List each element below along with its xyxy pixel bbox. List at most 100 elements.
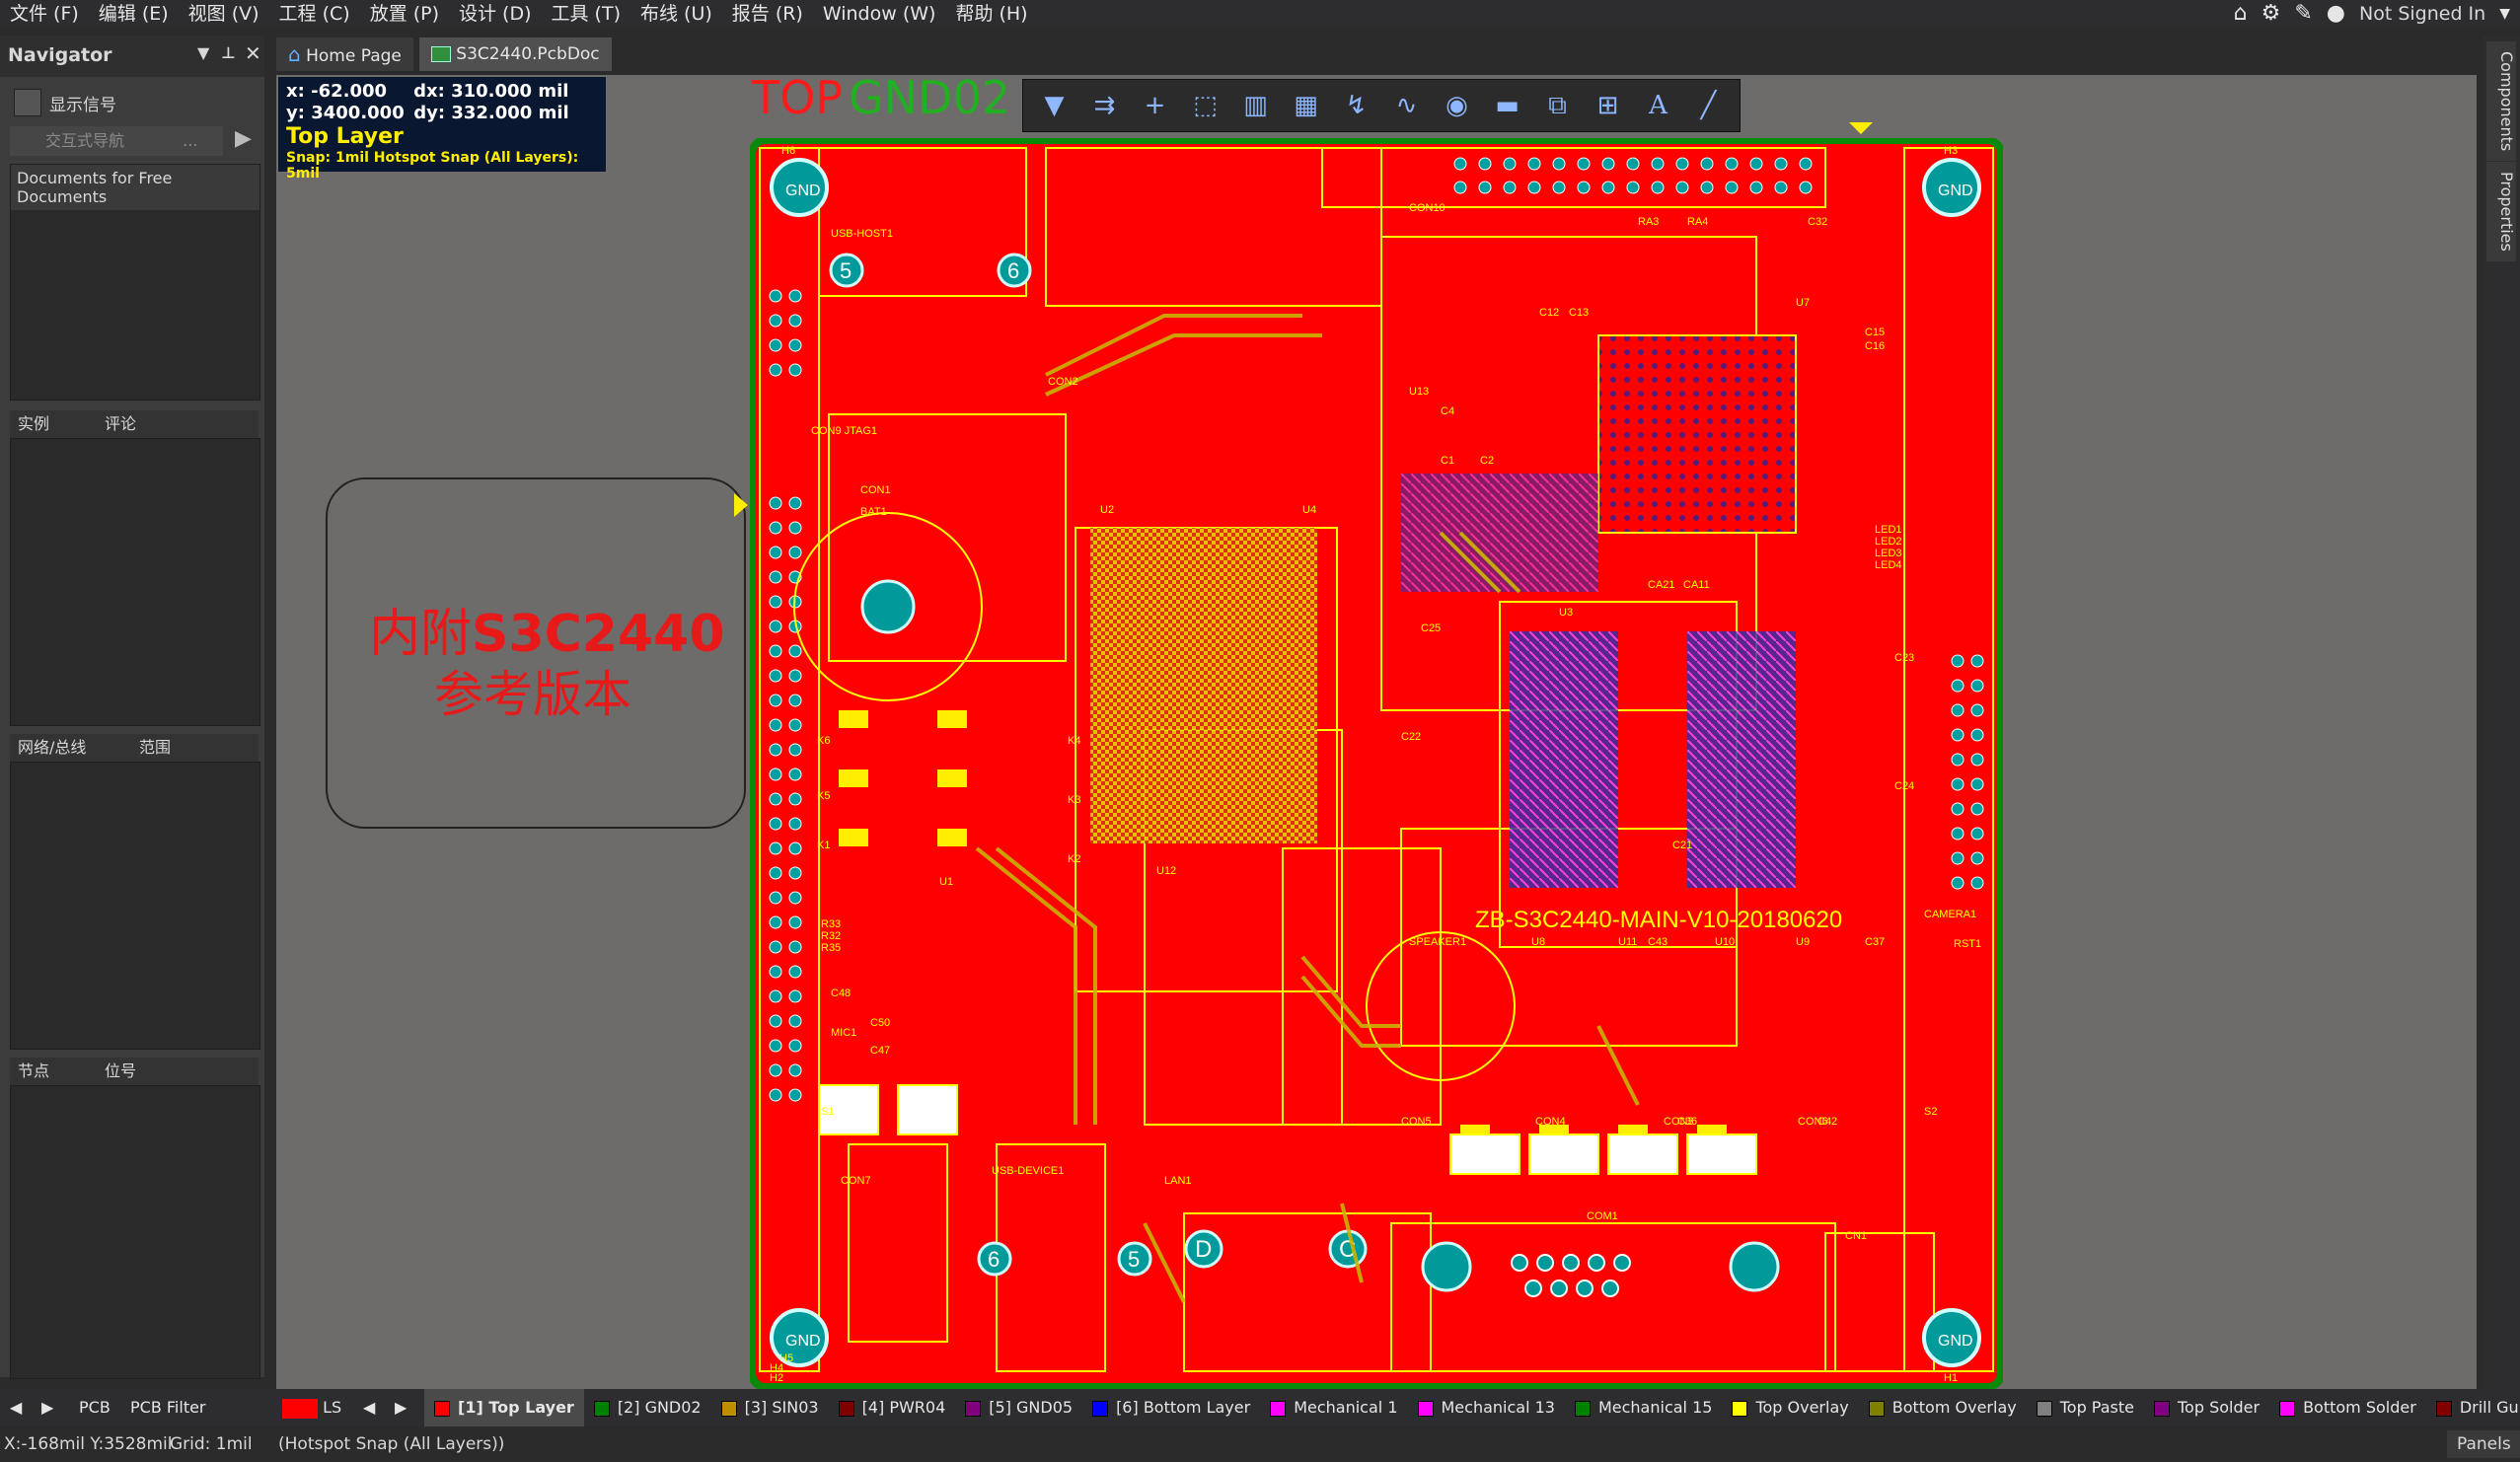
layer-tab-bottom-label: [6] Bottom Layer bbox=[1116, 1398, 1251, 1417]
tab-pcb-filter[interactable]: PCB Filter bbox=[130, 1389, 206, 1426]
col-comment[interactable]: 评论 bbox=[97, 410, 184, 438]
menu-project[interactable]: 工程 (C) bbox=[269, 0, 360, 28]
layer-tab-drill-guide[interactable]: Drill Gu bbox=[2426, 1389, 2520, 1426]
menu-route[interactable]: 布线 (U) bbox=[630, 0, 722, 28]
label-u12: U12 bbox=[1156, 865, 1176, 877]
filter-icon[interactable]: ▼ bbox=[1035, 86, 1075, 125]
layer-next-icon[interactable]: ▶ bbox=[395, 1389, 407, 1426]
layer-tab-pwr04[interactable]: [4] PWR04 bbox=[829, 1389, 956, 1426]
menu-design[interactable]: 设计 (D) bbox=[449, 0, 542, 28]
label-u1: U1 bbox=[939, 876, 953, 888]
layer-tab-mech1[interactable]: Mechanical 1 bbox=[1260, 1389, 1407, 1426]
tune-length-icon[interactable]: ∿ bbox=[1387, 86, 1427, 125]
pin-icon[interactable]: ⊥ bbox=[221, 43, 236, 62]
layer-tab-bottom-overlay[interactable]: Bottom Overlay bbox=[1859, 1389, 2027, 1426]
interactive-nav-button[interactable]: 交互式导航 ... bbox=[10, 126, 223, 156]
hole-label-bl: GND bbox=[785, 1333, 821, 1350]
scroll-right-icon[interactable]: ▶ bbox=[41, 1389, 53, 1426]
tab-components[interactable]: Components bbox=[2486, 41, 2516, 162]
menu-window[interactable]: Window (W) bbox=[813, 0, 946, 28]
layer-set-indicator[interactable]: LS bbox=[282, 1389, 341, 1426]
layer-tab-mech15[interactable]: Mechanical 15 bbox=[1565, 1389, 1722, 1426]
polygon-icon[interactable]: ▬ bbox=[1488, 86, 1527, 125]
label-c16: C16 bbox=[1865, 340, 1885, 352]
layer-tab-top-paste[interactable]: Top Paste bbox=[2027, 1389, 2144, 1426]
component-icon[interactable]: ▦ bbox=[1287, 86, 1326, 125]
scroll-left-icon[interactable]: ◀ bbox=[10, 1389, 22, 1426]
cpu-hatch-region bbox=[1090, 528, 1317, 843]
layer-tab-top-overlay[interactable]: Top Overlay bbox=[1722, 1389, 1858, 1426]
label-u9: U9 bbox=[1796, 936, 1810, 948]
dimension-icon[interactable]: ⊞ bbox=[1589, 86, 1628, 125]
label-c1: C1 bbox=[1441, 455, 1454, 467]
layer-tab-bottom-solder[interactable]: Bottom Solder bbox=[2269, 1389, 2426, 1426]
second-layer-label: GND02 bbox=[849, 71, 1011, 124]
layer-tab-gnd05[interactable]: [5] GND05 bbox=[955, 1389, 1082, 1426]
label-c37: C37 bbox=[1865, 936, 1885, 948]
play-icon[interactable]: ▶ bbox=[235, 126, 252, 151]
right-panel-strip: Components Properties bbox=[2483, 36, 2520, 1389]
show-signals-checkbox[interactable] bbox=[14, 89, 41, 116]
menu-place[interactable]: 放置 (P) bbox=[360, 0, 449, 28]
crosshair-icon[interactable]: + bbox=[1136, 86, 1175, 125]
user-icon[interactable]: ● bbox=[2327, 0, 2345, 28]
instances-list bbox=[10, 438, 260, 726]
panels-button[interactable]: Panels bbox=[2447, 1430, 2520, 1458]
col-node[interactable]: 节点 bbox=[10, 1058, 97, 1085]
line-icon[interactable]: ╱ bbox=[1689, 86, 1729, 125]
layer-tab-sin03-label: [3] SIN03 bbox=[744, 1398, 819, 1417]
pcb-board[interactable]: GND GND GND GND 5 6 6 5 D C ZB-S3C2440-M… bbox=[750, 138, 2003, 1389]
layer-tab-gnd02[interactable]: [2] GND02 bbox=[584, 1389, 711, 1426]
account-label[interactable]: Not Signed In bbox=[2359, 3, 2485, 25]
layer-tab-top-solder[interactable]: Top Solder bbox=[2144, 1389, 2269, 1426]
menu-edit[interactable]: 编辑 (E) bbox=[89, 0, 179, 28]
interactive-nav-dots[interactable]: ... bbox=[183, 131, 197, 150]
menu-help[interactable]: 帮助 (H) bbox=[945, 0, 1037, 28]
layer-prev-icon[interactable]: ◀ bbox=[363, 1389, 375, 1426]
layer-tab-pwr04-label: [4] PWR04 bbox=[861, 1398, 946, 1417]
select-rect-icon[interactable]: ⬚ bbox=[1186, 86, 1225, 125]
label-c24: C24 bbox=[1894, 780, 1914, 792]
layer-tab-sin03[interactable]: [3] SIN03 bbox=[711, 1389, 829, 1426]
tab-home-page[interactable]: ⌂ Home Page bbox=[276, 37, 413, 71]
layer-tab-drill-label: Drill Gu bbox=[2459, 1398, 2519, 1417]
col-instance[interactable]: 实例 bbox=[10, 410, 97, 438]
menu-reports[interactable]: 报告 (R) bbox=[722, 0, 813, 28]
tab-pcb-doc[interactable]: S3C2440.PcbDoc bbox=[418, 37, 612, 71]
col-scope[interactable]: 范围 bbox=[131, 734, 218, 762]
label-led2: LED2 bbox=[1875, 536, 1902, 548]
home-icon[interactable]: ⌂ bbox=[2234, 0, 2248, 28]
home-icon: ⌂ bbox=[288, 42, 301, 66]
layer-tab-bottom[interactable]: [6] Bottom Layer bbox=[1082, 1389, 1260, 1426]
layer-tab-top[interactable]: [1] Top Layer bbox=[424, 1389, 584, 1426]
label-led4: LED4 bbox=[1875, 559, 1902, 571]
via-icon[interactable]: ◉ bbox=[1438, 86, 1477, 125]
label-r32: R32 bbox=[821, 930, 841, 942]
chevron-down-icon[interactable]: ▼ bbox=[2499, 0, 2510, 28]
menu-tools[interactable]: 工具 (T) bbox=[542, 0, 630, 28]
menu-view[interactable]: 视图 (V) bbox=[179, 0, 269, 28]
tab-properties[interactable]: Properties bbox=[2486, 162, 2516, 261]
menu-file[interactable]: 文件 (F) bbox=[0, 0, 89, 28]
col-net-bus[interactable]: 网络/总线 bbox=[10, 734, 131, 762]
interactive-route-icon[interactable]: ⇉ bbox=[1085, 86, 1125, 125]
col-designator[interactable]: 位号 bbox=[97, 1058, 184, 1085]
documents-item[interactable]: Documents for Free Documents bbox=[11, 165, 259, 210]
route-icon[interactable]: ↯ bbox=[1337, 86, 1376, 125]
keepout-icon[interactable]: ⧉ bbox=[1538, 86, 1578, 125]
close-icon[interactable]: ✕ bbox=[245, 41, 261, 65]
label-h5: H5 bbox=[779, 1352, 793, 1364]
bga-region bbox=[1597, 334, 1797, 534]
gear-icon[interactable]: ⚙ bbox=[2261, 0, 2281, 28]
tab-pcb[interactable]: PCB bbox=[79, 1389, 111, 1426]
board-title: ZB-S3C2440-MAIN-V10-20180620 bbox=[1475, 907, 1842, 933]
toolbar-collapse-icon[interactable] bbox=[1849, 122, 1873, 134]
align-icon[interactable]: ▥ bbox=[1236, 86, 1276, 125]
notifications-off-icon[interactable]: ✎ bbox=[2294, 0, 2312, 28]
panel-menu-icon[interactable]: ▼ bbox=[197, 43, 209, 62]
label-usb-device: USB-DEVICE1 bbox=[992, 1165, 1064, 1177]
menu-bar: 文件 (F) 编辑 (E) 视图 (V) 工程 (C) 放置 (P) 设计 (D) 工具 (… bbox=[0, 0, 2520, 28]
layer-tab-mech13[interactable]: Mechanical 13 bbox=[1408, 1389, 1565, 1426]
text-icon[interactable]: A bbox=[1639, 86, 1678, 125]
label-c12: C12 bbox=[1539, 307, 1559, 319]
